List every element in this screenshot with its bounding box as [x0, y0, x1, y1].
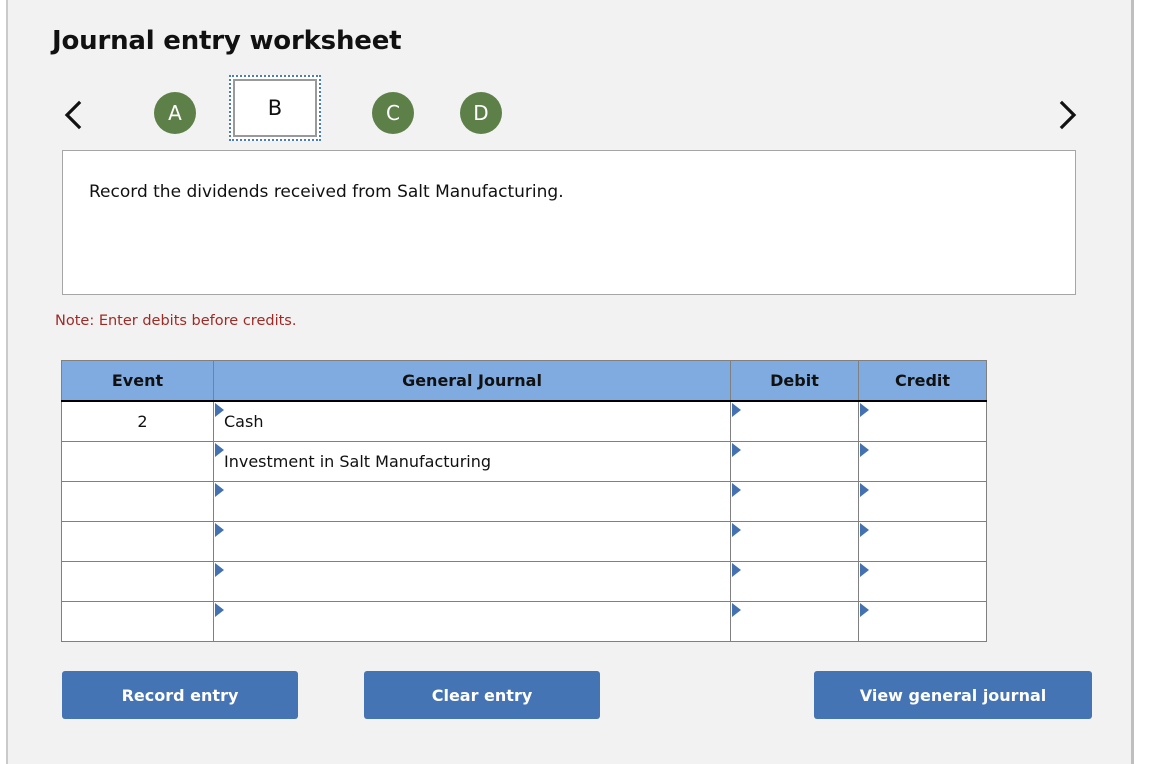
cell-debit[interactable] [730, 441, 859, 482]
chevron-right-icon [1056, 99, 1078, 131]
dropdown-triangle-icon [860, 603, 869, 617]
cell-debit[interactable] [730, 601, 859, 642]
cell-general-journal[interactable]: Cash [213, 400, 731, 442]
clear-entry-button[interactable]: Clear entry [364, 671, 600, 719]
cell-debit[interactable] [730, 521, 859, 562]
tab-c-label: C [372, 92, 414, 134]
column-header-debit: Debit [730, 360, 859, 402]
chevron-left-icon [62, 99, 84, 131]
cell-general-journal-value: Investment in Salt Manufacturing [224, 452, 492, 471]
cell-general-journal[interactable] [213, 561, 731, 602]
dropdown-triangle-icon [732, 403, 741, 417]
view-general-journal-button[interactable]: View general journal [814, 671, 1092, 719]
cell-debit[interactable] [730, 561, 859, 602]
table-row [61, 481, 987, 522]
debits-before-credits-note: Note: Enter debits before credits. [55, 313, 297, 329]
tab-c[interactable]: C [362, 85, 424, 141]
record-entry-button[interactable]: Record entry [62, 671, 298, 719]
dropdown-triangle-icon [732, 523, 741, 537]
prev-tab-button[interactable] [56, 93, 90, 137]
dropdown-triangle-icon [732, 563, 741, 577]
dropdown-triangle-icon [215, 483, 224, 497]
cell-event[interactable] [61, 441, 214, 482]
cell-debit[interactable] [730, 481, 859, 522]
page-root: Journal entry worksheet A B C D Record t… [0, 0, 1154, 764]
table-row [61, 601, 987, 642]
column-header-general-journal: General Journal [213, 360, 731, 402]
cell-event-value: 2 [137, 412, 148, 431]
dropdown-triangle-icon [215, 603, 224, 617]
dropdown-triangle-icon [215, 523, 224, 537]
table-header-row: Event General Journal Debit Credit [61, 360, 987, 402]
cell-general-journal[interactable]: Investment in Salt Manufacturing [213, 441, 731, 482]
cell-credit[interactable] [858, 561, 987, 602]
cell-event[interactable]: 2 [61, 400, 214, 442]
dropdown-triangle-icon [732, 603, 741, 617]
journal-entry-table: Event General Journal Debit Credit 2 Cas… [61, 360, 987, 642]
tab-strip: A B C D [52, 75, 1092, 147]
page-title: Journal entry worksheet [52, 26, 402, 56]
cell-credit[interactable] [858, 400, 987, 442]
cell-event[interactable] [61, 561, 214, 602]
tab-a[interactable]: A [144, 85, 206, 141]
cell-general-journal[interactable] [213, 481, 731, 522]
table-row [61, 521, 987, 562]
cell-credit[interactable] [858, 481, 987, 522]
cell-debit[interactable] [730, 400, 859, 442]
dropdown-triangle-icon [732, 483, 741, 497]
cell-general-journal[interactable] [213, 601, 731, 642]
worksheet-panel: Journal entry worksheet A B C D Record t… [6, 0, 1134, 764]
dropdown-triangle-icon [860, 563, 869, 577]
dropdown-triangle-icon [732, 443, 741, 457]
column-header-credit: Credit [858, 360, 987, 402]
tab-b[interactable]: B [229, 75, 321, 141]
cell-general-journal-value: Cash [224, 412, 264, 431]
next-tab-button[interactable] [1050, 93, 1084, 137]
tab-d-label: D [460, 92, 502, 134]
table-row [61, 561, 987, 602]
tab-d[interactable]: D [450, 85, 512, 141]
column-header-event: Event [61, 360, 214, 402]
cell-event[interactable] [61, 601, 214, 642]
table-row: Investment in Salt Manufacturing [61, 441, 987, 482]
cell-credit[interactable] [858, 521, 987, 562]
dropdown-triangle-icon [860, 403, 869, 417]
cell-credit[interactable] [858, 601, 987, 642]
dropdown-triangle-icon [860, 483, 869, 497]
dropdown-triangle-icon [860, 523, 869, 537]
cell-event[interactable] [61, 521, 214, 562]
cell-credit[interactable] [858, 441, 987, 482]
dropdown-triangle-icon [860, 443, 869, 457]
cell-general-journal[interactable] [213, 521, 731, 562]
table-row: 2 Cash [61, 400, 987, 442]
transaction-description-text: Record the dividends received from Salt … [89, 182, 564, 202]
tab-a-label: A [154, 92, 196, 134]
tab-b-label: B [229, 75, 321, 141]
dropdown-triangle-icon [215, 563, 224, 577]
transaction-description-box: Record the dividends received from Salt … [62, 150, 1076, 295]
cell-event[interactable] [61, 481, 214, 522]
